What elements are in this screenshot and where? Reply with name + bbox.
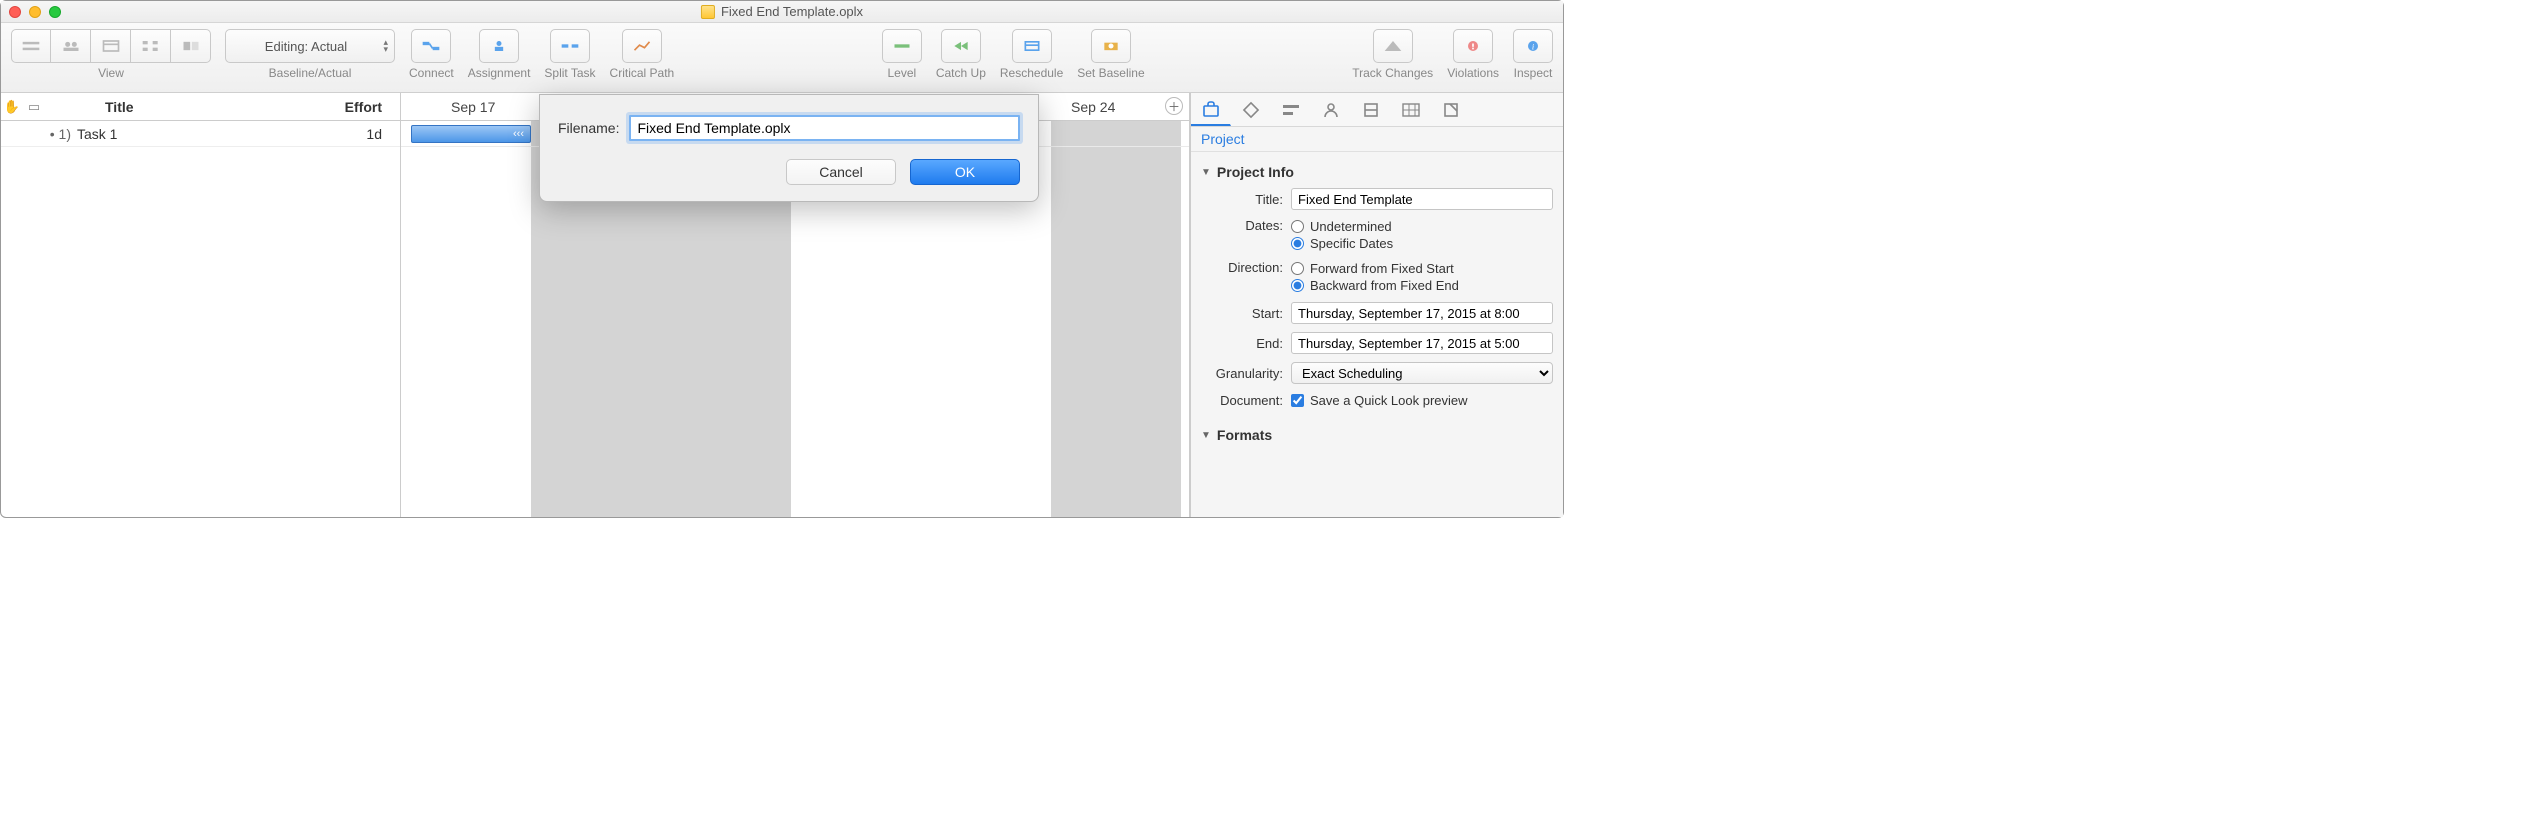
split-task-label: Split Task: [544, 66, 595, 80]
start-label: Start:: [1201, 306, 1291, 321]
assignment-button[interactable]: [479, 29, 519, 63]
granularity-label: Granularity:: [1201, 366, 1291, 381]
catch-up-button[interactable]: [941, 29, 981, 63]
track-changes-button[interactable]: [1373, 29, 1413, 63]
document-label: Document:: [1201, 393, 1291, 408]
baseline-group: Editing: Actual ▴▾ Baseline/Actual: [225, 29, 395, 80]
tab-styles[interactable]: [1351, 93, 1391, 126]
row-bullet: • 1): [1, 126, 77, 142]
granularity-select[interactable]: Exact Scheduling: [1291, 362, 1553, 384]
inspector-tabs: [1191, 93, 1563, 127]
connect-button[interactable]: [411, 29, 451, 63]
level-label: Level: [888, 66, 917, 80]
non-working-shade: [1051, 121, 1181, 517]
filename-dialog: Filename: Cancel OK: [539, 94, 1039, 202]
row-title: Task 1: [77, 126, 320, 142]
filename-label: Filename:: [558, 120, 619, 136]
violations-button[interactable]: [1453, 29, 1493, 63]
disclosure-triangle-icon: ▼: [1201, 167, 1211, 178]
view-people-button[interactable]: [51, 29, 91, 63]
disclosure-triangle-icon: ▼: [1201, 430, 1211, 441]
level-button[interactable]: [882, 29, 922, 63]
view-outline-button[interactable]: [11, 29, 51, 63]
connect-label: Connect: [409, 66, 454, 80]
toolbar: View Editing: Actual ▴▾ Baseline/Actual …: [1, 23, 1563, 93]
close-window-icon[interactable]: [9, 6, 21, 18]
baseline-label: Baseline/Actual: [269, 66, 352, 80]
dates-label: Dates:: [1201, 218, 1291, 233]
view-network-button[interactable]: [131, 29, 171, 63]
reschedule-label: Reschedule: [1000, 66, 1063, 80]
baseline-value: Editing: Actual: [265, 39, 347, 54]
tab-project[interactable]: [1191, 93, 1231, 126]
window-controls: [9, 6, 61, 18]
quicklook-checkbox[interactable]: [1291, 394, 1304, 407]
titlebar: Fixed End Template.oplx: [1, 1, 1563, 23]
tab-columns[interactable]: [1391, 93, 1431, 126]
cancel-button[interactable]: Cancel: [786, 159, 896, 185]
set-baseline-label: Set Baseline: [1077, 66, 1144, 80]
ok-button[interactable]: OK: [910, 159, 1020, 185]
inspector-title: Project: [1191, 127, 1563, 152]
reschedule-button[interactable]: [1012, 29, 1052, 63]
start-field[interactable]: [1291, 302, 1553, 324]
grab-icon: ✋: [1, 99, 23, 115]
critical-path-label: Critical Path: [610, 66, 675, 80]
tab-custom[interactable]: [1431, 93, 1471, 126]
inspect-button[interactable]: i: [1513, 29, 1553, 63]
window-title: Fixed End Template.oplx: [701, 4, 863, 19]
note-icon: ▭: [23, 99, 45, 115]
tab-resource[interactable]: [1311, 93, 1351, 126]
inspect-label: Inspect: [1514, 66, 1553, 80]
title-field[interactable]: [1291, 188, 1553, 210]
dates-undetermined-radio[interactable]: [1291, 220, 1304, 233]
zoom-icon[interactable]: ＋: [1165, 97, 1183, 115]
filename-input[interactable]: [629, 115, 1020, 141]
track-changes-label: Track Changes: [1352, 66, 1433, 80]
dates-specific-radio[interactable]: [1291, 237, 1304, 250]
view-calendar-button[interactable]: [91, 29, 131, 63]
section-project-info[interactable]: ▼ Project Info: [1201, 160, 1553, 184]
violations-label: Violations: [1447, 66, 1499, 80]
col-title[interactable]: Title: [45, 99, 320, 115]
section-formats[interactable]: ▼ Formats: [1201, 423, 1553, 447]
view-group: View: [11, 29, 211, 80]
direction-label: Direction:: [1201, 260, 1291, 275]
view-styles-button[interactable]: [171, 29, 211, 63]
tab-milestones[interactable]: [1231, 93, 1271, 126]
minimize-window-icon[interactable]: [29, 6, 41, 18]
document-icon: [701, 5, 715, 19]
outline-header: ✋ ▭ Title Effort: [1, 93, 400, 121]
table-row[interactable]: • 1) Task 1 1d: [1, 121, 400, 147]
chevron-updown-icon: ▴▾: [383, 39, 388, 53]
view-label: View: [98, 66, 124, 80]
col-effort[interactable]: Effort: [320, 99, 400, 115]
zoom-window-icon[interactable]: [49, 6, 61, 18]
outline-panel: ✋ ▭ Title Effort • 1) Task 1 1d: [1, 93, 401, 517]
split-task-button[interactable]: [550, 29, 590, 63]
critical-path-button[interactable]: [622, 29, 662, 63]
assignment-label: Assignment: [468, 66, 531, 80]
baseline-dropdown[interactable]: Editing: Actual ▴▾: [225, 29, 395, 63]
inspector-panel: Project ▼ Project Info Title: Dates: Und…: [1190, 93, 1563, 517]
window-title-text: Fixed End Template.oplx: [721, 4, 863, 19]
direction-backward-radio[interactable]: [1291, 279, 1304, 292]
title-label: Title:: [1201, 192, 1291, 207]
tab-task[interactable]: [1271, 93, 1311, 126]
direction-forward-radio[interactable]: [1291, 262, 1304, 275]
end-field[interactable]: [1291, 332, 1553, 354]
end-label: End:: [1201, 336, 1291, 351]
bar-arrows-icon: ‹‹‹: [513, 128, 524, 140]
catch-up-label: Catch Up: [936, 66, 986, 80]
task-bar[interactable]: ‹‹‹: [411, 125, 531, 143]
row-effort: 1d: [320, 126, 400, 142]
set-baseline-button[interactable]: [1091, 29, 1131, 63]
